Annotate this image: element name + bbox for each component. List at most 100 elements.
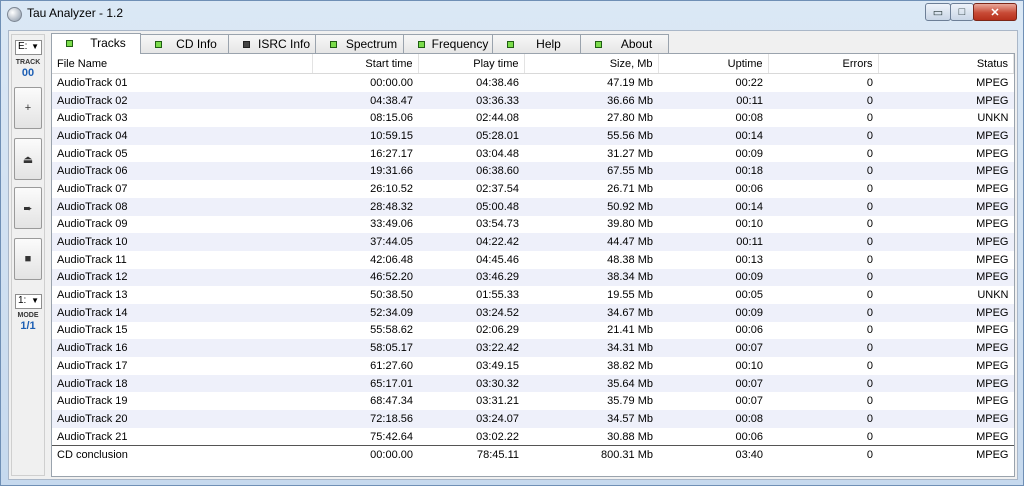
table-row[interactable]: AudioTrack 08 28:48.32 05:00.48 50.92 Mb 00:… [52,197,1014,216]
table-row[interactable]: AudioTrack 06 19:31.66 06:38.60 67.55 Mb 00:… [52,162,1014,181]
cell-play-time: 03:49.15 [476,359,519,372]
cell-file-name: AudioTrack 13 [57,289,128,302]
stop-icon: ■ [24,253,32,265]
cell-file-name: AudioTrack 11 [57,253,127,266]
cell-start-time: 28:48.32 [312,197,418,216]
table-row[interactable]: AudioTrack 18 65:17.01 03:30.32 35.64 Mb 00:… [52,374,1014,393]
cell-file-name: AudioTrack 02 [52,91,312,110]
eject-button[interactable]: ⏏ [14,138,42,180]
table-row[interactable]: AudioTrack 07 26:10.52 02:37.54 26.71 Mb 00:… [52,180,1014,198]
cell-start-time: 72:18.56 [312,410,418,428]
status-led-icon [155,41,162,48]
cell-errors: 0 [768,339,878,357]
cell-size: 30.88 Mb [607,430,653,443]
tab-about[interactable]: About [580,34,669,53]
cell-size: 35.79 Mb [607,395,653,408]
status-led-icon [507,41,514,48]
cell-errors: 0 [768,268,878,287]
tab-help[interactable]: Help [492,34,581,53]
column-header-uptime[interactable]: Uptime [658,54,769,74]
table-row[interactable]: AudioTrack 20 72:18.56 03:24.07 34.57 Mb 00:… [52,410,1014,428]
tab-cd-info[interactable]: CD Info [140,34,229,53]
cell-status: MPEG [878,162,1014,181]
column-header-play-time[interactable]: Play time [418,54,525,74]
table-row[interactable]: AudioTrack 17 61:27.60 03:49.15 38.82 Mb 00:… [52,357,1014,375]
column-header-file-name[interactable]: File Name [52,54,313,74]
stop-button[interactable]: ■ [14,238,42,280]
cell-size: 38.34 Mb [524,268,658,287]
table-row[interactable]: AudioTrack 21 75:42.64 03:02.22 30.88 Mb 00:… [52,428,1014,446]
cell-uptime: 00:07 [735,395,763,408]
cell-errors: 0 [866,359,873,372]
table-row[interactable]: AudioTrack 16 58:05.17 03:22.42 34.31 Mb 00:… [52,339,1014,357]
cell-play-time: 03:30.32 [418,374,524,393]
table-row[interactable]: AudioTrack 03 08:15.06 02:44.08 27.80 Mb 00:… [52,109,1014,127]
cell-status: MPEG [878,339,1014,357]
tab-tracks[interactable]: Tracks [51,33,141,54]
table-row[interactable]: AudioTrack 04 10:59.15 05:28.01 55.56 Mb 00:… [52,127,1014,145]
cell-errors: 0 [768,374,878,393]
cell-errors: 0 [866,324,873,337]
table-row[interactable]: AudioTrack 13 50:38.50 01:55.33 19.55 Mb 00:… [52,286,1014,304]
cell-play-time: 03:02.22 [476,430,519,443]
play-button[interactable]: ➨ [14,187,42,229]
cell-start-time: 61:27.60 [370,359,413,372]
status-led-icon [595,41,602,48]
cell-file-name: AudioTrack 08 [52,197,312,216]
column-header-start-time[interactable]: Start time [312,54,419,74]
cell-start-time: 50:38.50 [370,289,413,302]
column-header-errors[interactable]: Errors [768,54,879,74]
table-row[interactable]: AudioTrack 09 33:49.06 03:54.73 39.80 Mb 00:… [52,216,1014,234]
cell-start-time: 08:15.06 [370,112,413,125]
track-label: TRACK [15,59,41,66]
cell-uptime: 00:08 [658,410,768,428]
table-row[interactable]: AudioTrack 14 52:34.09 03:24.52 34.67 Mb 00:… [52,303,1014,322]
cell-uptime: 00:09 [658,268,768,287]
table-row[interactable]: AudioTrack 02 04:38.47 03:36.33 36.66 Mb 00:… [52,91,1014,110]
cell-uptime: 00:06 [735,430,763,443]
column-header-status[interactable]: Status [878,54,1014,74]
cell-errors: 0 [866,182,873,195]
tab-isrc-info[interactable]: ISRC Info [228,34,316,53]
cell-errors: 0 [866,430,873,443]
drive-select[interactable]: E: ▼ [15,40,42,55]
cell-play-time: 05:00.48 [418,197,524,216]
cell-errors: 0 [866,147,873,160]
table-row[interactable]: AudioTrack 15 55:58.62 02:06.29 21.41 Mb 00:… [52,322,1014,340]
summary-row[interactable]: CD conclusion 00:00.00 78:45.11 800.31 Mb 03… [52,445,1014,465]
cell-size: 44.47 Mb [524,233,658,251]
table-row[interactable]: AudioTrack 10 37:44.05 04:22.42 44.47 Mb 00:… [52,233,1014,251]
cell-start-time: 26:10.52 [370,182,413,195]
table-row[interactable]: AudioTrack 05 16:27.17 03:04.48 31.27 Mb 00:… [52,145,1014,163]
cell-play-time: 04:22.42 [418,233,524,251]
cell-file-name: AudioTrack 20 [52,410,312,428]
cell-play-time: 03:54.73 [476,218,519,231]
mode-select-value: 1: [18,295,27,306]
tab-frequency[interactable]: Frequency [403,34,493,53]
cell-size: 47.19 Mb [607,76,653,89]
tab-spectrum[interactable]: Spectrum [315,34,404,53]
tracks-panel: File Name Start time Play time Size, Mb … [51,53,1015,477]
minimize-button[interactable]: ▭ [925,3,951,21]
cell-size: 19.55 Mb [607,289,653,302]
status-led-icon [330,41,337,48]
table-row[interactable]: AudioTrack 19 68:47.34 03:31.21 35.79 Mb 00:… [52,392,1014,410]
maximize-button[interactable]: □ [950,3,974,21]
status-led-icon [66,40,73,47]
close-button[interactable]: ✕ [973,3,1017,21]
table-row[interactable]: AudioTrack 12 46:52.20 03:46.29 38.34 Mb 00:… [52,268,1014,287]
table-row[interactable]: AudioTrack 11 42:06.48 04:45.46 48.38 Mb 00:… [52,251,1014,269]
cell-uptime: 00:09 [735,147,763,160]
cell-start-time: 65:17.01 [312,374,418,393]
table-row[interactable]: AudioTrack 01 00:00.00 04:38.46 47.19 Mb 00:… [52,74,1014,92]
cell-play-time: 01:55.33 [476,289,519,302]
cell-errors: 0 [768,445,878,465]
mode-select[interactable]: 1: ▼ [15,294,42,309]
column-header-size[interactable]: Size, Mb [524,54,659,74]
cell-size: 34.67 Mb [524,303,658,322]
cell-size: 31.27 Mb [607,147,653,160]
mode-value: 1/1 [20,320,36,332]
add-button[interactable]: + [14,87,42,129]
cell-play-time: 03:24.52 [418,303,524,322]
cell-start-time: 00:00.00 [370,76,413,89]
